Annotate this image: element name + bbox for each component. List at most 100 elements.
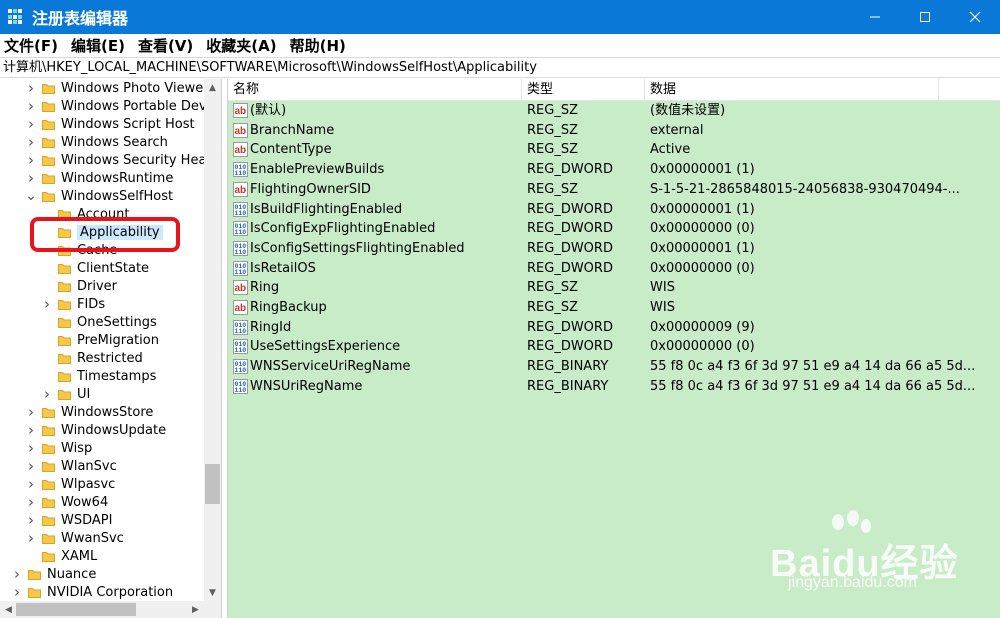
value-row[interactable]: ab FlightingOwnerSID REG_SZ S-1-5-21-286584…	[228, 180, 1000, 200]
menu-help[interactable]: 帮助(H)	[290, 35, 346, 56]
tree-vertical-scroll-thumb[interactable]	[205, 464, 220, 504]
value-row[interactable]: ab RingBackup REG_SZ WIS	[228, 298, 1000, 318]
value-name: RingBackup	[250, 300, 327, 315]
menu-bar: 文件(F) 编辑(E) 查看(V) 收藏夹(A) 帮助(H)	[0, 34, 1000, 56]
chevron-right-icon[interactable]: ›	[12, 565, 22, 583]
tree-item-label: Driver	[77, 278, 118, 294]
tree-item[interactable]: › Windows Security Health	[26, 151, 221, 169]
column-header-type[interactable]: 类型	[522, 79, 645, 101]
tree-item[interactable]: › WwanSvc	[26, 529, 124, 547]
tree-item[interactable]: › Windows Portable Devic	[26, 97, 217, 115]
chevron-right-icon[interactable]: ›	[26, 169, 36, 187]
folder-icon	[42, 425, 55, 436]
value-row[interactable]: 010 110 UseSettingsExperience REG_DWORD 0x00…	[228, 337, 1000, 357]
chevron-right-icon[interactable]: ›	[26, 115, 36, 133]
tree-item[interactable]: PreMigration	[42, 331, 159, 349]
chevron-right-icon[interactable]: ›	[26, 529, 36, 547]
maximize-button[interactable]	[900, 0, 950, 34]
tree-item[interactable]: › WlanSvc	[26, 457, 117, 475]
chevron-right-icon[interactable]: ›	[26, 457, 36, 475]
chevron-right-icon[interactable]: ›	[26, 79, 36, 97]
tree-item[interactable]: › Nuance	[12, 565, 96, 583]
tree-item-label: ClientState	[77, 260, 150, 276]
tree-item-label: WSDAPI	[61, 512, 113, 528]
scroll-down-icon[interactable]: ▼	[204, 584, 221, 601]
value-row[interactable]: 010 110 IsBuildFlightingEnabled REG_DWORD 0x…	[228, 200, 1000, 220]
value-row[interactable]: 010 110 WNSUriRegName REG_BINARY 55 f8 0c a4…	[228, 377, 1000, 397]
tree-item[interactable]: › NVIDIA Corporation	[12, 583, 173, 601]
tree-item[interactable]: ⌄ WindowsSelfHost	[25, 187, 173, 205]
value-row[interactable]: 010 110 RingId REG_DWORD 0x00000009 (9)	[228, 318, 1000, 338]
tree-item[interactable]: Restricted	[42, 349, 143, 367]
chevron-right-icon[interactable]: ›	[12, 583, 22, 601]
value-row[interactable]: 010 110 IsConfigSettingsFlightingEnabled RE…	[228, 239, 1000, 259]
chevron-right-icon[interactable]: ›	[26, 97, 36, 115]
chevron-down-icon[interactable]: ⌄	[25, 187, 37, 205]
value-type: REG_SZ	[527, 300, 578, 315]
chevron-right-icon[interactable]: ›	[26, 151, 36, 169]
chevron-right-icon[interactable]: ›	[26, 133, 36, 151]
value-data: 0x00000000 (0)	[650, 221, 755, 237]
tree-item[interactable]: › Wisp	[26, 439, 92, 457]
chevron-right-icon[interactable]: ›	[26, 493, 36, 511]
svg-text:ab: ab	[235, 185, 247, 196]
value-row[interactable]: ab (默认) REG_SZ (数值未设置)	[228, 101, 1000, 121]
chevron-right-icon[interactable]: ›	[26, 403, 36, 421]
value-row[interactable]: 010 110 EnablePreviewBuilds REG_DWORD 0x0000…	[228, 160, 1000, 180]
tree-vertical-scrollbar[interactable]: ▲ ▼	[204, 79, 221, 601]
tree-item[interactable]: Timestamps	[42, 367, 156, 385]
scroll-up-icon[interactable]: ▲	[204, 79, 221, 96]
column-header-data[interactable]: 数据	[645, 79, 939, 101]
tree-item[interactable]: XAML	[26, 547, 97, 565]
tree-item[interactable]: Driver	[42, 277, 117, 295]
tree-item[interactable]: › WindowsUpdate	[26, 421, 166, 439]
value-name: RingId	[250, 319, 292, 335]
value-row[interactable]: 010 110 WNSServiceUriRegName REG_BINARY 55 f…	[228, 357, 1000, 377]
tree-item[interactable]: › WindowsRuntime	[26, 169, 173, 187]
tree-item-label: WindowsStore	[61, 404, 154, 420]
chevron-right-icon[interactable]: ›	[42, 295, 52, 313]
value-name: ContentType	[250, 142, 332, 158]
svg-text:110: 110	[235, 269, 247, 276]
folder-icon	[42, 173, 55, 184]
tree-item[interactable]: › WSDAPI	[26, 511, 112, 529]
tree-horizontal-scroll-thumb[interactable]	[16, 603, 136, 616]
scroll-left-icon[interactable]: ◀	[0, 601, 17, 618]
value-row[interactable]: ab Ring REG_SZ WIS	[228, 278, 1000, 298]
menu-view[interactable]: 查看(V)	[138, 35, 193, 56]
tree-item[interactable]: › Windows Script Host	[26, 115, 195, 133]
menu-edit[interactable]: 编辑(E)	[71, 35, 125, 56]
svg-text:110: 110	[235, 170, 247, 177]
chevron-right-icon[interactable]: ›	[26, 421, 36, 439]
tree-item[interactable]: › Wlpasvc	[26, 475, 115, 493]
tree-item[interactable]: › FIDs	[42, 295, 105, 313]
value-row[interactable]: 010 110 IsConfigExpFlightingEnabled REG_DWO…	[228, 219, 1000, 239]
tree-item[interactable]: › Windows Photo Viewer	[26, 79, 209, 97]
value-type: REG_DWORD	[527, 221, 613, 237]
svg-text:110: 110	[235, 328, 247, 335]
menu-file[interactable]: 文件(F)	[4, 35, 58, 56]
tree-item[interactable]: OneSettings	[42, 313, 157, 331]
tree-item-label: Windows Search	[61, 134, 168, 150]
chevron-right-icon[interactable]: ›	[26, 439, 36, 457]
minimize-button[interactable]	[850, 0, 900, 34]
column-header-name[interactable]: 名称	[228, 79, 522, 101]
menu-favorites[interactable]: 收藏夹(A)	[206, 35, 276, 56]
address-bar[interactable]: 计算机\HKEY_LOCAL_MACHINE\SOFTWARE\Microsof…	[0, 57, 1000, 78]
tree-item[interactable]: › Wow64	[26, 493, 108, 511]
tree-item[interactable]: › WindowsStore	[26, 403, 153, 421]
chevron-right-icon[interactable]: ›	[26, 475, 36, 493]
value-row[interactable]: 010 110 IsRetailOS REG_DWORD 0x00000000 (0)	[228, 259, 1000, 279]
tree-item[interactable]: ClientState	[42, 259, 149, 277]
tree-horizontal-scrollbar[interactable]: ◀ ▶	[0, 601, 221, 618]
value-data: 0x00000001 (1)	[650, 201, 755, 217]
scroll-right-icon[interactable]: ▶	[187, 601, 204, 618]
value-row[interactable]: ab ContentType REG_SZ Active	[228, 140, 1000, 160]
close-button[interactable]	[950, 0, 1000, 34]
tree-item[interactable]: › UI	[42, 385, 90, 403]
chevron-right-icon[interactable]: ›	[26, 511, 36, 529]
chevron-right-icon[interactable]: ›	[42, 385, 52, 403]
value-row[interactable]: ab BranchName REG_SZ external	[228, 121, 1000, 141]
tree-item[interactable]: › Windows Search	[26, 133, 168, 151]
folder-icon	[42, 137, 55, 148]
